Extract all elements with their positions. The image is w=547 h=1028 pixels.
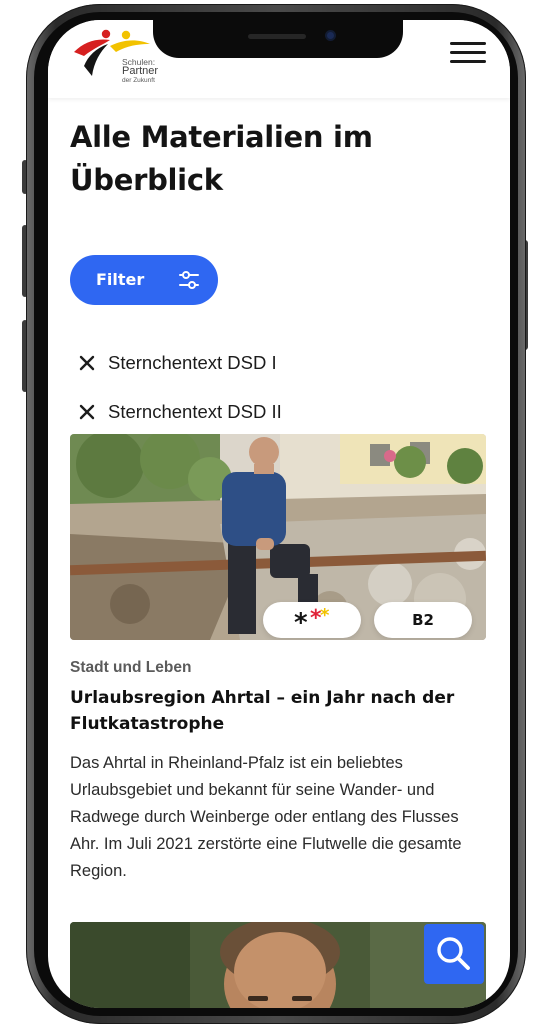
front-camera bbox=[325, 30, 336, 41]
filter-button-label: Filter bbox=[96, 270, 145, 289]
speaker-grille bbox=[248, 34, 306, 39]
main-content: Alle Materialien im Überblick Filter Ste… bbox=[70, 116, 488, 1008]
level-label: B2 bbox=[412, 611, 434, 629]
page-title-line2: Überblick bbox=[70, 163, 223, 197]
card-description: Das Ahrtal in Rheinland-Pfalz ist ein be… bbox=[70, 754, 462, 880]
phone-notch bbox=[153, 20, 403, 58]
card-category: Stadt und Leben bbox=[70, 659, 192, 676]
svg-text:*: * bbox=[294, 608, 308, 633]
active-filter-chip[interactable]: Sternchentext DSD I bbox=[78, 351, 277, 375]
filter-chip-label: Sternchentext DSD I bbox=[108, 352, 277, 373]
filter-button[interactable]: Filter bbox=[70, 255, 218, 305]
level-badge: B2 bbox=[374, 602, 472, 638]
site-logo[interactable]: Schulen: Partner der Zukunft bbox=[70, 26, 160, 90]
filter-chip-label: Sternchentext DSD II bbox=[108, 401, 282, 422]
difficulty-badge: * * * bbox=[263, 602, 361, 638]
page-title-line1: Alle Materialien im bbox=[70, 120, 373, 154]
page-title: Alle Materialien im Überblick bbox=[70, 116, 488, 202]
card-title[interactable]: Urlaubsregion Ahrtal – ein Jahr nach der… bbox=[70, 685, 488, 737]
logo-line3: der Zukunft bbox=[122, 77, 155, 84]
search-button[interactable] bbox=[424, 924, 484, 984]
card-image[interactable]: * * * B2 bbox=[70, 434, 486, 640]
logo-wordmark: Schulen: Partner der Zukunft bbox=[122, 58, 158, 85]
hamburger-menu-icon[interactable] bbox=[450, 42, 488, 66]
search-icon bbox=[437, 937, 470, 970]
active-filter-chip[interactable]: Sternchentext DSD II bbox=[78, 400, 282, 424]
close-icon[interactable] bbox=[78, 354, 96, 372]
close-icon[interactable] bbox=[78, 403, 96, 421]
svg-text:*: * bbox=[320, 607, 330, 626]
phone-screen: Schulen: Partner der Zukunft Alle Materi… bbox=[48, 20, 510, 1008]
stars-icon: * * * bbox=[294, 607, 330, 633]
sliders-icon bbox=[179, 271, 199, 289]
logo-line2: Partner bbox=[122, 65, 159, 77]
